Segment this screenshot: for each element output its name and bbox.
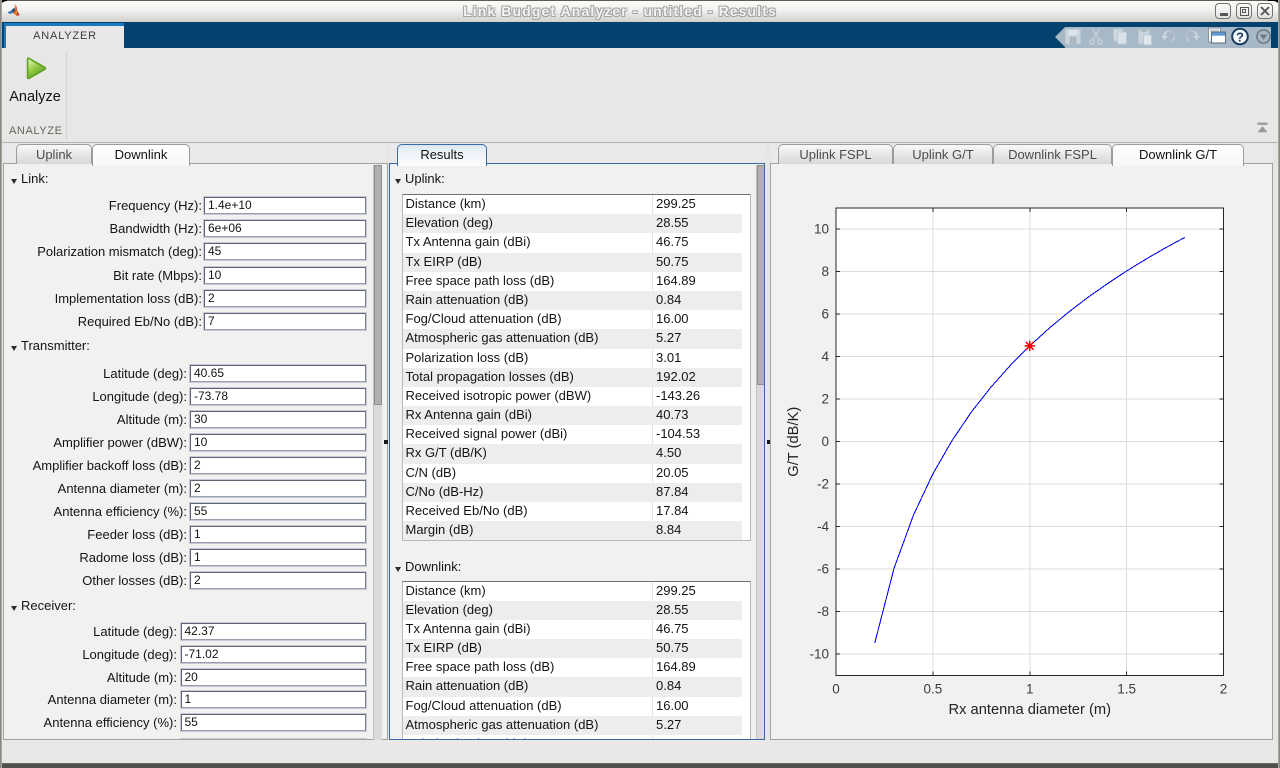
- svg-text:2: 2: [821, 392, 829, 407]
- svg-text:Rx antenna diameter (m): Rx antenna diameter (m): [949, 702, 1111, 718]
- svg-text:4: 4: [821, 349, 829, 364]
- svg-text:-10: -10: [809, 647, 829, 662]
- svg-text:-2: -2: [817, 477, 829, 492]
- svg-text:-4: -4: [817, 519, 829, 534]
- svg-text:10: 10: [814, 222, 829, 237]
- svg-text:0: 0: [821, 434, 829, 449]
- svg-text:G/T (dB/K): G/T (dB/K): [786, 407, 802, 477]
- svg-text:2: 2: [1220, 682, 1228, 697]
- svg-text:1.5: 1.5: [1117, 682, 1136, 697]
- svg-text:1: 1: [1026, 682, 1034, 697]
- svg-text:6: 6: [821, 307, 829, 322]
- svg-text:0.5: 0.5: [923, 682, 942, 697]
- svg-text:0: 0: [832, 682, 840, 697]
- svg-text:8: 8: [821, 264, 829, 279]
- svg-text:-6: -6: [817, 562, 829, 577]
- svg-text:-8: -8: [817, 604, 829, 619]
- svg-text:?: ?: [1236, 29, 1244, 44]
